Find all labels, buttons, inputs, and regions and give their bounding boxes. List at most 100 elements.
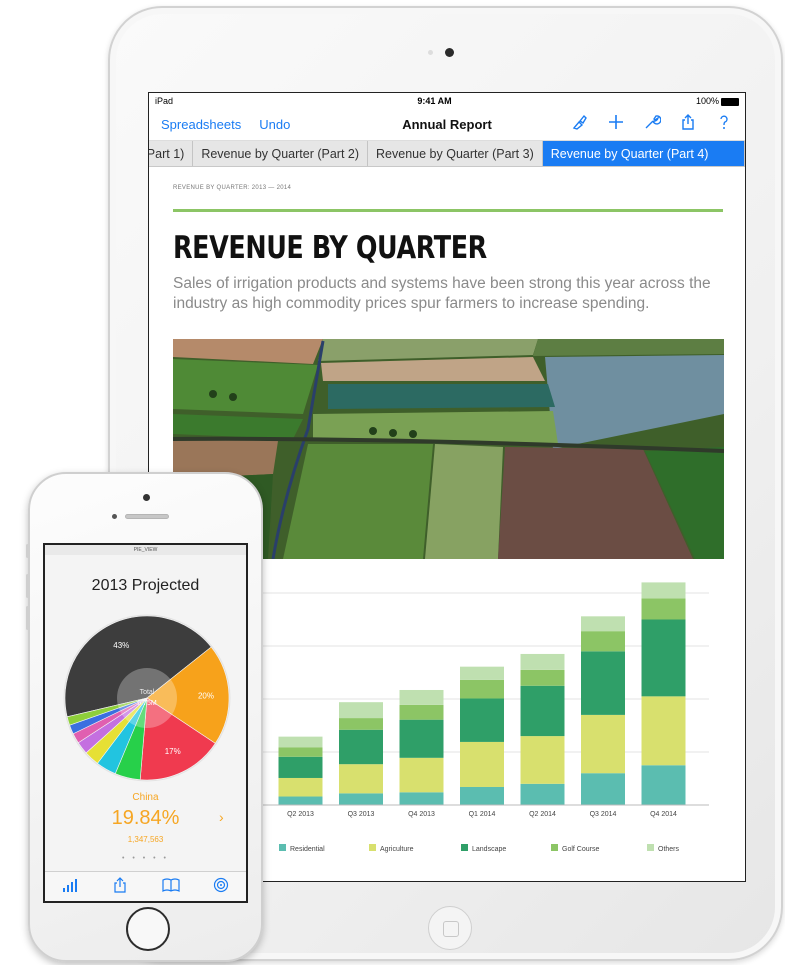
selected-country: China <box>132 792 159 803</box>
bar-segment[interactable] <box>641 696 686 766</box>
bar-segment[interactable] <box>520 783 565 805</box>
status-time: 9:41 AM <box>417 96 452 106</box>
bar-segment[interactable] <box>460 786 504 805</box>
share-icon[interactable] <box>110 876 130 897</box>
bar-segment[interactable] <box>339 729 383 765</box>
pie-slice-label: 20% <box>198 691 214 700</box>
bar-segment[interactable] <box>339 702 383 719</box>
pie-chart[interactable]: Total 6.75M 43% 20% 17% <box>61 613 233 783</box>
book-icon[interactable] <box>161 877 181 897</box>
legend-swatch <box>369 844 376 851</box>
legend-swatch <box>647 844 654 851</box>
spreadsheets-button[interactable]: Spreadsheets <box>161 117 241 132</box>
mute-switch <box>26 544 29 558</box>
tab-part-2[interactable]: Revenue by Quarter (Part 2) <box>193 141 369 166</box>
bar-segment[interactable] <box>581 714 625 774</box>
wrench-icon[interactable] <box>643 113 662 136</box>
bar-segment[interactable] <box>641 765 686 805</box>
add-icon[interactable] <box>607 113 625 136</box>
bar-segment[interactable] <box>339 764 383 794</box>
bar-segment[interactable] <box>641 619 686 697</box>
green-rule <box>173 209 723 212</box>
ipad-sensor <box>428 50 433 55</box>
bar-segment[interactable] <box>399 719 444 758</box>
x-tick-label: Q4 2013 <box>408 811 435 818</box>
bar-segment[interactable] <box>399 689 444 705</box>
bar-segment[interactable] <box>520 669 565 686</box>
bar-segment[interactable] <box>581 616 625 632</box>
target-icon[interactable] <box>211 877 231 897</box>
bar-segment[interactable] <box>460 698 504 742</box>
device-label: iPad <box>155 96 174 106</box>
bar-segment[interactable] <box>581 631 625 652</box>
selected-percent: 19.84% <box>111 807 180 829</box>
view-label: PIE_VIEW <box>45 545 246 555</box>
legend-swatch <box>279 844 286 851</box>
share-icon[interactable] <box>679 113 697 136</box>
bar-segment[interactable] <box>278 796 323 805</box>
legend-label: Residential <box>290 846 325 853</box>
pie-title: 2013 Projected <box>91 577 200 594</box>
chevron-right-icon[interactable]: › <box>219 809 224 825</box>
ipad-home-button[interactable] <box>428 906 472 950</box>
toolbar: Spreadsheets Undo Annual Report <box>149 109 745 141</box>
page-indicator[interactable]: • • • • • <box>45 855 246 862</box>
status-bar: iPad 9:41 AM 100% <box>149 93 745 109</box>
bar-segment[interactable] <box>641 582 686 599</box>
bar-segment[interactable] <box>641 598 686 620</box>
chart-icon[interactable] <box>60 877 80 897</box>
ipad-camera <box>445 48 454 57</box>
bar-segment[interactable] <box>399 757 444 793</box>
bar-segment[interactable] <box>278 736 323 748</box>
x-tick-label: Q3 2013 <box>348 811 375 818</box>
legend-swatch <box>551 844 558 851</box>
tab-bar <box>45 871 246 901</box>
pie-center-label: Total <box>140 689 155 696</box>
page-lede: Sales of irrigation products and systems… <box>173 275 711 312</box>
bar-segment[interactable] <box>339 793 383 805</box>
breadcrumb: REVENUE BY QUARTER: 2013 — 2014 <box>173 185 292 191</box>
sheet-page: REVENUE BY QUARTER: 2013 — 2014 REVENUE … <box>149 185 745 314</box>
battery-percent: 100% <box>695 96 719 106</box>
paintbrush-icon[interactable] <box>571 113 589 136</box>
bar-segment[interactable] <box>278 756 323 778</box>
iphone-speaker <box>125 514 169 519</box>
iphone-home-button[interactable] <box>126 907 170 951</box>
bar-segment[interactable] <box>520 736 565 784</box>
x-tick-label: Q3 2014 <box>590 811 617 818</box>
legend-label: Agriculture <box>380 846 414 853</box>
page-title: REVENUE BY QUARTER <box>173 230 487 266</box>
x-tick-label: Q4 2014 <box>650 811 677 818</box>
undo-button[interactable]: Undo <box>259 117 290 132</box>
bar-segment[interactable] <box>399 792 444 805</box>
bar-segment[interactable] <box>339 718 383 730</box>
bar-segment[interactable] <box>278 777 323 797</box>
bar-segment[interactable] <box>581 773 625 805</box>
tab-part-3[interactable]: Revenue by Quarter (Part 3) <box>368 141 543 166</box>
x-tick-label: Q2 2014 <box>529 811 556 818</box>
tab-part-1[interactable]: r (Part 1) <box>149 141 194 166</box>
bar-segment[interactable] <box>460 666 504 680</box>
iphone-camera <box>143 494 150 501</box>
legend-label: Others <box>658 846 680 853</box>
selected-count: 1,347,563 <box>127 835 164 844</box>
bar-segment[interactable] <box>581 651 625 715</box>
bar-segment[interactable] <box>399 704 444 720</box>
bar-segment[interactable] <box>278 747 323 757</box>
volume-down-button <box>26 606 29 630</box>
help-icon[interactable] <box>715 113 733 136</box>
bar-segment[interactable] <box>520 685 565 737</box>
legend-label: Golf Course <box>562 846 599 853</box>
legend-swatch <box>461 844 468 851</box>
x-tick-label: Q1 2014 <box>469 811 496 818</box>
battery-icon <box>720 97 739 106</box>
bar-segment[interactable] <box>460 679 504 699</box>
bar-segment[interactable] <box>520 653 565 670</box>
iphone-screen: PIE_VIEW 2013 Projected Total 6.75M 43% 20%… <box>43 543 248 903</box>
toolbar-icons <box>571 113 733 136</box>
iphone-sensor <box>112 514 117 519</box>
battery-status: 100% <box>696 96 739 106</box>
tab-part-4[interactable]: Revenue by Quarter (Part 4) <box>542 141 745 166</box>
bar-segment[interactable] <box>460 741 504 787</box>
pie-center-value: 6.75M <box>137 700 157 707</box>
